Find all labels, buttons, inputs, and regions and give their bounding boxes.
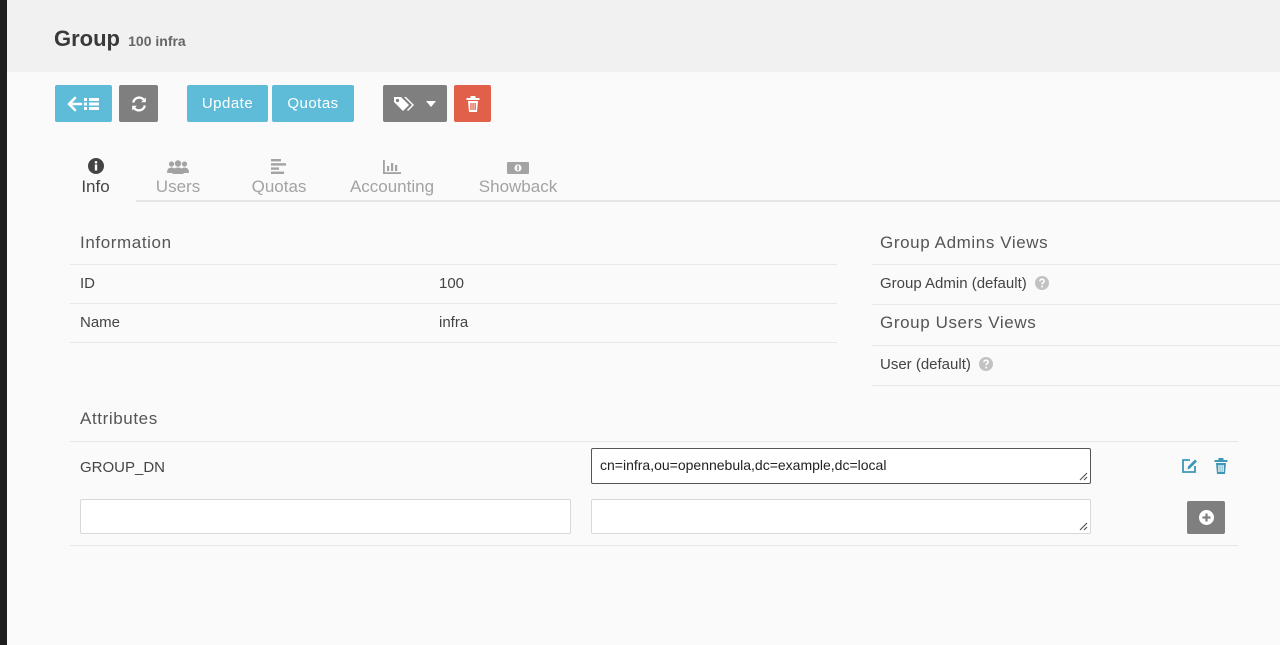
tab-info-label: Info xyxy=(81,177,110,196)
info-icon xyxy=(87,158,104,174)
info-id-key: ID xyxy=(80,275,95,292)
group-users-views-title: Group Users Views xyxy=(880,313,1037,332)
quotas-button[interactable]: Quotas xyxy=(272,85,354,122)
delete-button[interactable] xyxy=(454,85,491,122)
user-view-item: User (default) xyxy=(880,356,994,373)
attributes-bottom-divider xyxy=(70,545,1238,546)
tab-users[interactable]: Users xyxy=(148,145,208,202)
page-title: Group 100 infra xyxy=(54,26,186,52)
plus-circle-icon xyxy=(1198,510,1214,525)
info-row-divider xyxy=(70,342,837,343)
caret-down-icon xyxy=(426,100,436,107)
info-row-divider xyxy=(70,303,837,304)
trash-icon xyxy=(466,95,479,112)
info-id-value: 100 xyxy=(439,275,465,292)
quotas-icon xyxy=(271,159,286,174)
group-admins-views-title: Group Admins Views xyxy=(880,233,1049,252)
page-header: Group 100 infra xyxy=(7,0,1280,72)
question-circle-icon[interactable] xyxy=(979,357,994,371)
attribute-value-textarea[interactable]: cn=infra,ou=opennebula,dc=example,dc=loc… xyxy=(591,448,1091,484)
page-title-text: Group xyxy=(54,26,120,51)
labels-dropdown-button[interactable] xyxy=(383,85,447,122)
attributes-divider xyxy=(70,441,1238,442)
tab-bar-underline xyxy=(55,200,1280,202)
bar-chart-icon xyxy=(383,160,401,174)
user-view-label: User (default) xyxy=(880,356,971,373)
admin-view-item: Group Admin (default) xyxy=(880,275,1049,292)
trash-icon[interactable] xyxy=(1214,458,1228,474)
new-attribute-value-editor xyxy=(591,499,1091,534)
refresh-icon xyxy=(131,95,146,112)
tags-icon xyxy=(394,96,414,111)
information-divider xyxy=(70,264,837,265)
tab-users-label: Users xyxy=(155,177,201,196)
attribute-value-editor: cn=infra,ou=opennebula,dc=example,dc=loc… xyxy=(591,448,1091,484)
user-views-divider xyxy=(872,345,1280,346)
tab-bar: Info Users Quotas Accounting Showback xyxy=(55,145,1280,202)
app-window: Group 100 infra Update Quotas Info Users… xyxy=(7,0,1280,645)
edit-icon[interactable] xyxy=(1181,458,1198,474)
update-button[interactable]: Update xyxy=(187,85,268,122)
new-attribute-value-textarea[interactable] xyxy=(591,499,1091,534)
user-views-row-divider xyxy=(872,385,1280,386)
users-icon xyxy=(167,160,189,174)
tab-showback-label: Showback xyxy=(478,177,558,196)
information-title: Information xyxy=(80,233,172,252)
new-attribute-key-input[interactable] xyxy=(80,499,571,534)
admin-views-row-divider xyxy=(872,304,1280,305)
tab-accounting-label: Accounting xyxy=(349,177,435,196)
refresh-button[interactable] xyxy=(119,85,158,122)
back-list-icon xyxy=(67,96,99,111)
tab-showback[interactable]: Showback xyxy=(471,145,565,202)
back-to-list-button[interactable] xyxy=(55,85,112,122)
attributes-title: Attributes xyxy=(80,409,158,428)
tab-accounting[interactable]: Accounting xyxy=(342,145,442,202)
attribute-key-group-dn: GROUP_DN xyxy=(80,459,166,476)
tab-info[interactable]: Info xyxy=(55,145,136,202)
admin-views-divider xyxy=(872,264,1280,265)
tab-quotas[interactable]: Quotas xyxy=(245,145,313,202)
admin-view-label: Group Admin (default) xyxy=(880,275,1027,292)
money-icon xyxy=(507,162,529,174)
info-name-key: Name xyxy=(80,314,121,331)
resize-grip-icon[interactable] xyxy=(1079,522,1088,531)
info-name-value: infra xyxy=(439,314,469,331)
resize-grip-icon[interactable] xyxy=(1079,472,1088,481)
question-circle-icon[interactable] xyxy=(1034,276,1049,290)
tab-quotas-label: Quotas xyxy=(251,177,307,196)
page-subtitle: 100 infra xyxy=(128,33,186,49)
add-attribute-button[interactable] xyxy=(1187,501,1225,534)
